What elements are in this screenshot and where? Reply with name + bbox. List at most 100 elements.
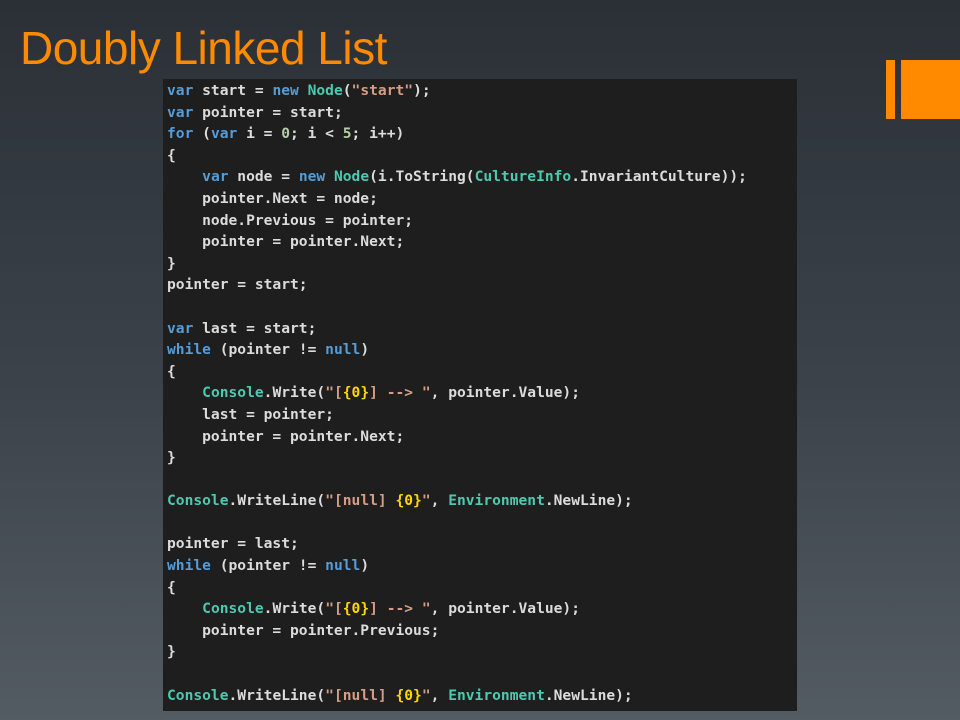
code-line: Console.Write("[{0}] --> ", pointer.Valu… <box>167 598 797 620</box>
code-token: last = start; <box>193 319 317 337</box>
code-token: for <box>167 125 194 143</box>
code-line: pointer = pointer.Next; <box>167 231 797 253</box>
code-token: { <box>167 362 176 380</box>
code-line: pointer = pointer.Previous; <box>167 620 797 642</box>
code-token: Node <box>333 168 370 186</box>
code-line: var start = new Node("start"); <box>167 80 797 102</box>
code-token: pointer = pointer.Next; <box>167 427 405 445</box>
code-token: pointer = start; <box>167 276 308 294</box>
accent-bar <box>886 60 895 119</box>
code-token: .InvariantCulture)); <box>571 168 747 186</box>
code-token: { <box>167 146 176 164</box>
code-token: while <box>167 341 211 359</box>
code-token: {0} <box>395 686 422 704</box>
code-token: (pointer != <box>210 341 326 359</box>
code-token: ) <box>360 341 370 359</box>
code-token: } <box>167 254 176 272</box>
code-token: var <box>167 82 194 99</box>
code-token: "[null] <box>325 492 396 510</box>
code-token: Environment <box>448 686 545 704</box>
code-token: Console <box>167 686 229 704</box>
code-token: , pointer.Value); <box>430 600 581 618</box>
code-token: "[ <box>325 384 343 402</box>
code-token: } <box>167 643 176 661</box>
code-token: .Write( <box>263 384 326 402</box>
code-line: while (pointer != null) <box>167 339 797 361</box>
code-line: while (pointer != null) <box>167 555 797 577</box>
code-token: Environment <box>448 492 545 510</box>
code-token: var <box>167 319 194 337</box>
code-token: pointer = pointer.Previous; <box>167 621 440 639</box>
code-token: pointer = start; <box>193 103 343 121</box>
code-token: pointer.Next = node; <box>167 189 378 207</box>
code-line: Console.WriteLine("[null] {0}", Environm… <box>167 490 797 512</box>
code-token: while <box>167 557 211 575</box>
code-token: .NewLine); <box>544 492 633 510</box>
code-token: ( <box>193 125 211 143</box>
code-token: (i.ToString( <box>369 168 475 186</box>
code-line: } <box>167 253 797 275</box>
code-line: } <box>167 641 797 663</box>
slide-title: Doubly Linked List <box>20 22 387 74</box>
code-token: null <box>325 557 361 575</box>
code-line: var pointer = start; <box>167 102 797 124</box>
code-line: { <box>167 361 797 383</box>
code-line: var node = new Node(i.ToString(CultureIn… <box>167 166 797 188</box>
code-token: ) <box>360 557 370 575</box>
code-token: node.Previous = pointer; <box>167 211 414 229</box>
code-token: var <box>167 103 194 121</box>
code-token: , <box>430 492 449 510</box>
code-token: Console <box>202 600 264 618</box>
code-token: (pointer != <box>210 557 326 575</box>
code-token: } <box>167 449 176 467</box>
code-token: {0} <box>342 384 370 402</box>
code-token: "start" <box>351 82 414 99</box>
code-line: pointer = last; <box>167 533 797 555</box>
code-token: ( <box>342 82 352 99</box>
code-token: 0 <box>281 125 291 143</box>
code-line: node.Previous = pointer; <box>167 210 797 232</box>
code-token: " <box>421 492 431 510</box>
code-token: 5 <box>342 125 352 143</box>
code-token: { <box>167 578 176 596</box>
code-token: var <box>202 168 229 186</box>
code-token: .NewLine); <box>544 686 633 704</box>
code-line: { <box>167 145 797 167</box>
code-token: "[ <box>325 600 343 618</box>
code-token: new <box>272 82 299 99</box>
code-token: Console <box>167 492 229 510</box>
accent-square <box>901 60 960 119</box>
code-line: last = pointer; <box>167 404 797 426</box>
code-token: new <box>298 168 326 186</box>
code-token: .WriteLine( <box>228 686 326 704</box>
code-token: var <box>210 125 238 143</box>
code-line: { <box>167 577 797 599</box>
code-line: Console.Write("[{0}] --> ", pointer.Valu… <box>167 382 797 404</box>
code-token: {0} <box>342 600 370 618</box>
code-token: , pointer.Value); <box>430 384 581 402</box>
code-token: ; i++) <box>351 125 405 143</box>
code-token: ; i < <box>290 125 343 143</box>
code-token: Node <box>307 82 343 99</box>
code-line: var last = start; <box>167 318 797 340</box>
code-line: pointer.Next = node; <box>167 188 797 210</box>
code-token: {0} <box>395 492 422 510</box>
code-token: ); <box>413 82 431 99</box>
code-token: last = pointer; <box>167 405 334 423</box>
code-token: ] --> " <box>369 384 431 402</box>
code-token: Console <box>202 384 264 402</box>
code-token: .Write( <box>263 600 326 618</box>
code-token: null <box>325 341 361 359</box>
code-token: pointer = last; <box>167 535 299 553</box>
code-token: CultureInfo <box>474 168 572 186</box>
code-token: start = <box>193 82 273 99</box>
code-token: , <box>430 686 449 704</box>
code-token: pointer = pointer.Next; <box>167 233 405 251</box>
